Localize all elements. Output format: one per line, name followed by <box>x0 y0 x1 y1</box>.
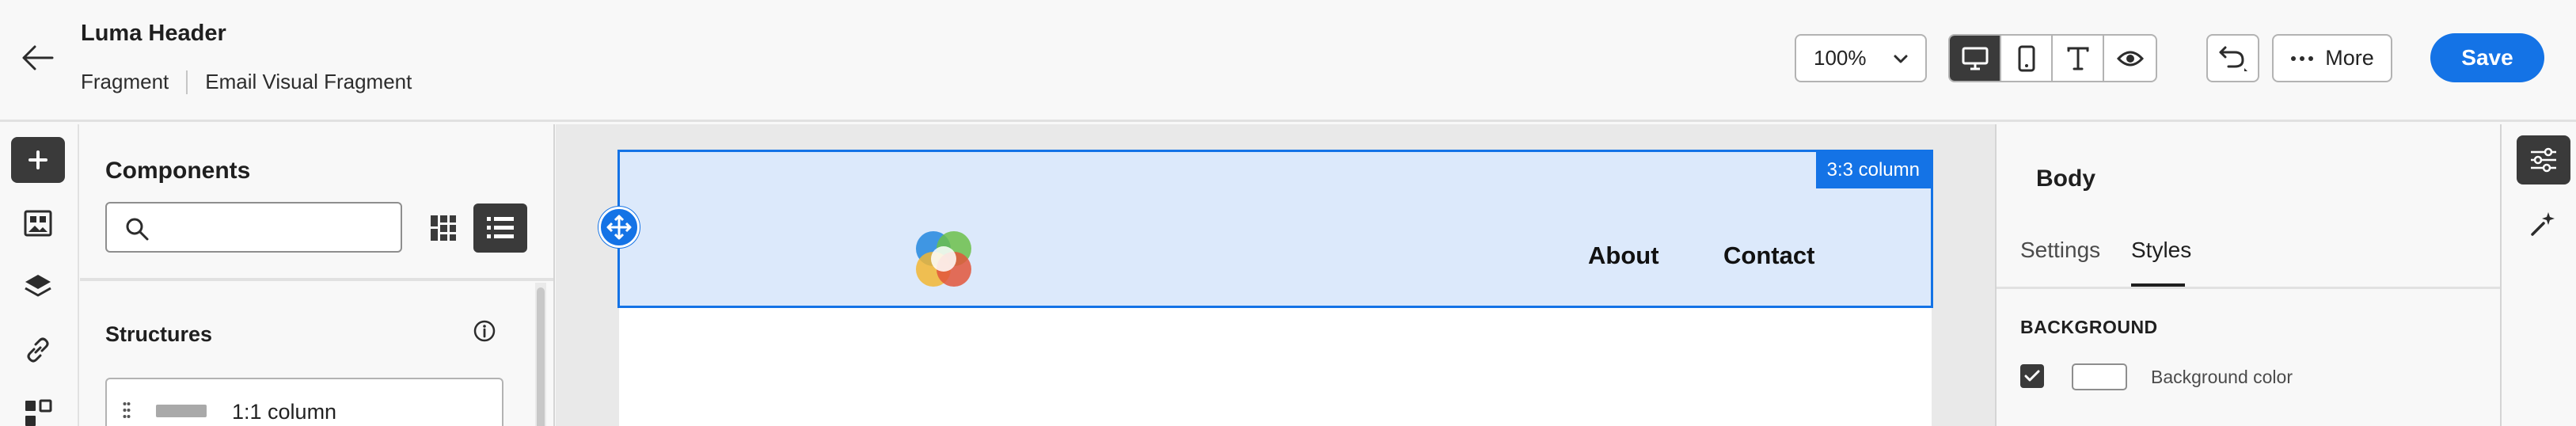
components-title: Components <box>105 158 251 184</box>
fragments-button[interactable] <box>11 390 65 426</box>
info-icon[interactable] <box>473 319 496 343</box>
layers-icon <box>25 275 51 297</box>
save-button[interactable]: Save <box>2430 33 2544 82</box>
desktop-icon <box>1962 47 1988 70</box>
drag-handle-icon[interactable] <box>123 401 131 419</box>
checkmark-icon <box>2024 370 2040 382</box>
add-components-button[interactable] <box>11 137 65 183</box>
components-panel: Components Structures 1:1 column <box>80 124 555 426</box>
undo-button[interactable] <box>2206 34 2259 82</box>
arrow-left-icon <box>22 45 54 70</box>
brand-logo[interactable] <box>908 223 979 295</box>
properties-button[interactable] <box>2517 135 2570 184</box>
text-view-button[interactable] <box>2053 36 2104 81</box>
mobile-icon <box>2018 45 2035 71</box>
list-view-toggle[interactable] <box>473 203 527 253</box>
image-components-icon <box>24 210 52 237</box>
desktop-view-button[interactable] <box>1950 36 2001 81</box>
scrollbar-thumb[interactable] <box>537 287 545 426</box>
links-button[interactable] <box>11 327 65 373</box>
selected-structure-row[interactable]: 3:3 column About Contact <box>617 150 1933 308</box>
text-icon <box>2067 47 2088 70</box>
breadcrumb-item-type: Fragment <box>81 70 169 93</box>
back-button[interactable] <box>17 40 59 76</box>
properties-divider <box>1997 287 2500 289</box>
list-view-icon <box>487 217 514 238</box>
breadcrumb-item-subtype: Email Visual Fragment <box>205 70 412 93</box>
link-icon <box>27 337 49 363</box>
tab-settings[interactable]: Settings <box>2020 238 2100 263</box>
properties-sliders-icon <box>2531 147 2556 173</box>
mobile-view-button[interactable] <box>2001 36 2053 81</box>
top-header: Luma Header Fragment Email Visual Fragme… <box>0 0 2576 122</box>
breadcrumb-separator <box>186 70 188 94</box>
magic-wand-icon <box>2531 212 2555 236</box>
left-tool-rail <box>0 124 79 426</box>
layers-button[interactable] <box>11 264 65 310</box>
panel-scrollbar[interactable] <box>535 283 546 426</box>
nav-link-contact[interactable]: Contact <box>1723 242 1814 270</box>
ellipsis-icon <box>2291 55 2314 61</box>
grid-view-toggle[interactable] <box>419 203 468 253</box>
components-search-input[interactable] <box>105 202 402 253</box>
move-handle[interactable] <box>598 207 640 248</box>
panel-divider <box>80 278 553 281</box>
background-section-label: BACKGROUND <box>2020 317 2158 337</box>
nav-link-about[interactable]: About <box>1588 242 1659 270</box>
assets-button[interactable] <box>11 200 65 246</box>
structure-label: 1:1 column <box>232 400 337 424</box>
eye-icon <box>2116 51 2144 66</box>
background-color-swatch[interactable] <box>2072 363 2127 390</box>
chevron-down-icon <box>1894 55 1908 63</box>
properties-title: Body <box>2036 165 2095 192</box>
more-button[interactable]: More <box>2272 34 2392 82</box>
background-color-checkbox[interactable] <box>2020 364 2044 388</box>
view-mode-group <box>1948 34 2157 82</box>
more-label: More <box>2325 46 2374 70</box>
breadcrumb: Fragment Email Visual Fragment <box>81 70 412 94</box>
grid-view-icon <box>431 215 456 241</box>
right-tool-rail <box>2503 124 2576 426</box>
structure-item-1-1-column[interactable]: 1:1 column <box>105 378 503 426</box>
properties-panel: Body Settings Styles BACKGROUND Backgrou… <box>1995 124 2502 426</box>
tab-styles[interactable]: Styles <box>2131 238 2191 263</box>
preview-button[interactable] <box>2104 36 2156 81</box>
email-canvas: 3:3 column About Contact <box>556 124 1995 426</box>
column-badge: 3:3 column <box>1815 152 1931 188</box>
structure-thumbnail <box>156 405 207 417</box>
ai-assistant-button[interactable] <box>2517 199 2570 248</box>
search-icon <box>126 218 149 241</box>
zoom-select[interactable]: 100% <box>1795 34 1927 82</box>
page-title: Luma Header <box>81 21 226 46</box>
move-arrows-icon <box>606 215 632 240</box>
structures-title: Structures <box>105 322 213 346</box>
zoom-value: 100% <box>1814 46 1867 70</box>
fragments-icon <box>25 399 52 426</box>
undo-icon <box>2219 46 2247 71</box>
background-color-label: Background color <box>2151 367 2293 387</box>
add-icon <box>28 150 47 169</box>
